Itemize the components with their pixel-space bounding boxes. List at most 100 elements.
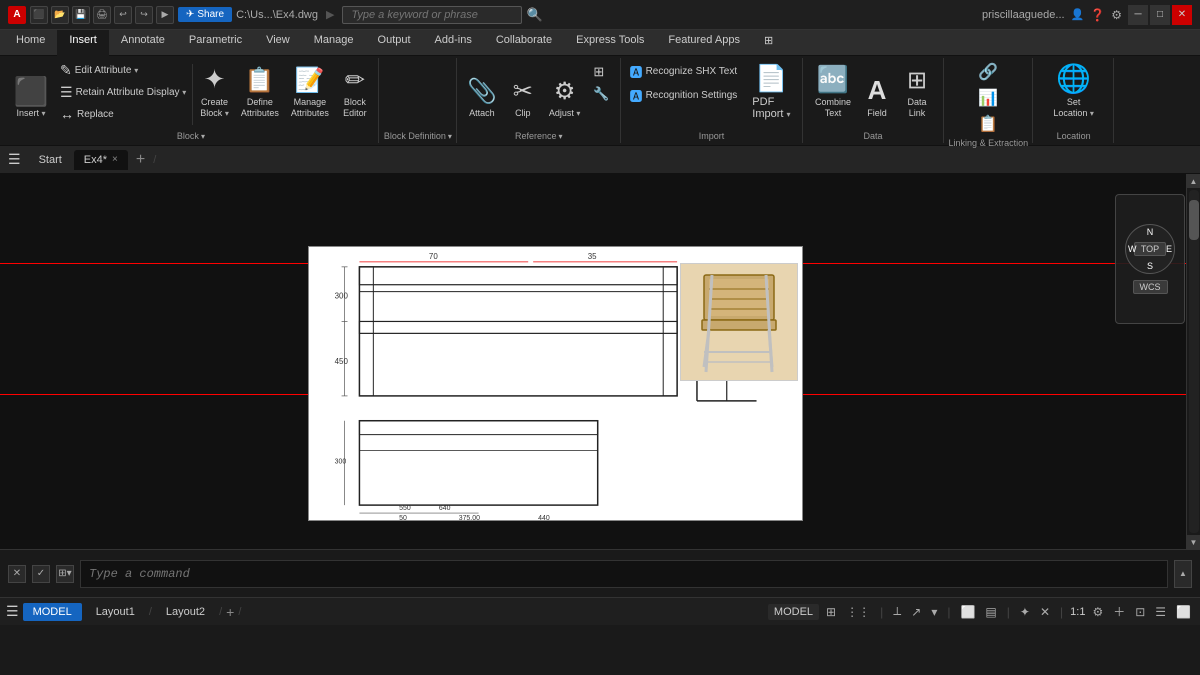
ribbon-tabs: Home Insert Annotate Parametric View Man… xyxy=(0,30,1200,56)
tab-ex4[interactable]: Ex4* × xyxy=(74,150,128,170)
linking-group-label[interactable]: Linking & Extraction xyxy=(949,138,1029,148)
layout-add-button[interactable]: + xyxy=(226,604,234,620)
tab-annotate[interactable]: Annotate xyxy=(109,30,177,56)
adjust-button[interactable]: ⚙ Adjust ▾ xyxy=(544,60,586,122)
status-hamburger-icon[interactable]: ☰ xyxy=(6,603,19,620)
tab-featured[interactable]: Featured Apps xyxy=(656,30,752,56)
scroll-thumb[interactable] xyxy=(1189,200,1199,240)
cmd-check-btn[interactable]: ✓ xyxy=(32,565,50,583)
grid-icon[interactable]: ⊞ xyxy=(823,603,839,621)
viewport-icon[interactable]: ⊡ xyxy=(1132,603,1148,621)
tab-add-button[interactable]: + xyxy=(132,151,149,169)
insert-button[interactable]: ⬛ Insert ▾ xyxy=(8,60,54,122)
full-icon[interactable]: ⬜ xyxy=(1173,603,1194,621)
gizmo-icon[interactable]: ✕ xyxy=(1037,603,1053,621)
tab-collaborate[interactable]: Collaborate xyxy=(484,30,564,56)
transparency-icon[interactable]: ▤ xyxy=(982,603,999,621)
scroll-down-arrow[interactable]: ▼ xyxy=(1187,535,1200,549)
undo-icon[interactable]: ↩ xyxy=(114,6,132,24)
import-group-label[interactable]: Import xyxy=(699,131,725,141)
tab-parametric[interactable]: Parametric xyxy=(177,30,254,56)
quick-access-toolbar: ⬛ 📂 💾 🖨 ↩ ↪ ▶ xyxy=(30,6,174,24)
link-extract-btn2[interactable]: 📊 xyxy=(974,86,1002,110)
set-location-button[interactable]: 🌐 SetLocation ▾ xyxy=(1048,60,1099,122)
create-block-button[interactable]: ✦ CreateBlock ▾ xyxy=(195,60,234,122)
tab-addins[interactable]: Add-ins xyxy=(423,30,484,56)
edit-attribute-button[interactable]: ✎ Edit Attribute ▾ xyxy=(56,60,190,81)
wcs-button[interactable]: WCS xyxy=(1133,280,1168,294)
selection-icon[interactable]: ✦ xyxy=(1017,603,1033,621)
retain-attribute-button[interactable]: ☰ Retain Attribute Display ▾ xyxy=(56,82,190,103)
pdf-import-button[interactable]: 📄 PDFImport ▾ xyxy=(745,60,797,122)
scroll-up-arrow[interactable]: ▲ xyxy=(1187,174,1200,188)
ref-extra-btn1[interactable]: ⊞ xyxy=(589,62,613,82)
location-group-label[interactable]: Location xyxy=(1057,131,1091,141)
settings-gear-icon[interactable]: ⚙ xyxy=(1089,603,1106,621)
ortho-icon[interactable]: ⟂ xyxy=(890,602,904,621)
tab-view[interactable]: View xyxy=(254,30,302,56)
recognition-settings-button[interactable]: 🅰 Recognition Settings xyxy=(626,84,742,107)
open-icon[interactable]: 📂 xyxy=(51,6,69,24)
cmd-close-btn[interactable]: ✕ xyxy=(8,565,26,583)
app-logo[interactable]: A xyxy=(8,6,26,24)
attach-button[interactable]: 📎 Attach xyxy=(462,60,502,122)
scrollbar-vertical[interactable]: ▲ ▼ xyxy=(1186,174,1200,549)
block-group-label[interactable]: Block ▾ xyxy=(177,131,205,141)
polar-icon[interactable]: ↗ xyxy=(908,603,924,621)
cmd-scroll-btn[interactable]: ▲ xyxy=(1174,560,1192,588)
layout1-tab[interactable]: Layout1 xyxy=(86,603,145,621)
data-link-button[interactable]: ⊞ DataLink xyxy=(898,60,936,122)
data-group-label[interactable]: Data xyxy=(864,131,883,141)
plus-icon[interactable]: ＋ xyxy=(1110,601,1128,622)
share-button[interactable]: ✈ Share xyxy=(178,7,232,22)
view-top-button[interactable]: TOP xyxy=(1134,242,1166,256)
tab-apps-grid[interactable]: ⊞ xyxy=(752,30,785,56)
canvas-area[interactable]: 70 35 300 xyxy=(0,174,1200,549)
drawing-viewport[interactable]: 70 35 300 xyxy=(308,246,803,521)
link-extract-btn3[interactable]: 📋 xyxy=(974,112,1002,136)
tab-start[interactable]: Start xyxy=(31,150,70,170)
tab-close-icon[interactable]: × xyxy=(112,154,118,165)
ref-extra-btn2[interactable]: 🔧 xyxy=(589,84,613,104)
settings-icon[interactable]: ⚙ xyxy=(1111,8,1122,22)
define-attributes-button[interactable]: 📋 DefineAttributes xyxy=(236,60,284,122)
keyword-search[interactable] xyxy=(342,6,522,24)
recognize-shx-button[interactable]: 🅰 Recognize SHX Text xyxy=(626,60,742,83)
print-icon[interactable]: 🖨 xyxy=(93,6,111,24)
cmd-dropdown-btn[interactable]: ⊞▾ xyxy=(56,565,74,583)
save-icon[interactable]: 💾 xyxy=(72,6,90,24)
tab-insert[interactable]: Insert xyxy=(57,30,109,56)
command-input[interactable] xyxy=(80,560,1168,588)
help-icon[interactable]: ❓ xyxy=(1090,8,1105,22)
reference-group-label[interactable]: Reference ▾ xyxy=(515,131,563,141)
user-name[interactable]: priscillaaguede... xyxy=(982,9,1065,21)
snap-icon[interactable]: ⋮⋮ xyxy=(843,603,873,621)
block-editor-button[interactable]: ✏ BlockEditor xyxy=(336,60,374,122)
tab-express[interactable]: Express Tools xyxy=(564,30,656,56)
minimize-button[interactable]: ─ xyxy=(1128,5,1148,25)
search-icon[interactable]: 🔍 xyxy=(526,7,542,23)
block-def-label[interactable]: Block Definition ▾ xyxy=(384,131,452,141)
new-icon[interactable]: ⬛ xyxy=(30,6,48,24)
menu-hamburger-icon[interactable]: ☰ xyxy=(8,151,21,168)
maximize-button[interactable]: □ xyxy=(1150,5,1170,25)
compass-e: E xyxy=(1166,244,1172,254)
clean-icon[interactable]: ☰ xyxy=(1152,603,1169,621)
lineweight-icon[interactable]: ⬜ xyxy=(957,603,978,621)
compass-rose[interactable]: N S E W TOP xyxy=(1125,224,1175,274)
layout2-tab[interactable]: Layout2 xyxy=(156,603,215,621)
osnap-icon[interactable]: ▾ xyxy=(928,603,940,621)
model-tab[interactable]: MODEL xyxy=(23,603,82,621)
link-extract-btn1[interactable]: 🔗 xyxy=(974,60,1002,84)
play-icon[interactable]: ▶ xyxy=(156,6,174,24)
tab-manage[interactable]: Manage xyxy=(302,30,366,56)
manage-attributes-button[interactable]: 📝 ManageAttributes xyxy=(286,60,334,122)
combine-text-button[interactable]: 🔤 CombineText xyxy=(810,60,856,122)
replace-button[interactable]: ↔ Replace xyxy=(56,104,190,124)
redo-icon[interactable]: ↪ xyxy=(135,6,153,24)
field-button[interactable]: A Field xyxy=(858,60,896,122)
close-button[interactable]: ✕ xyxy=(1172,5,1192,25)
tab-home[interactable]: Home xyxy=(4,30,57,56)
tab-output[interactable]: Output xyxy=(366,30,423,56)
clip-button[interactable]: ✂ Clip xyxy=(504,60,542,122)
